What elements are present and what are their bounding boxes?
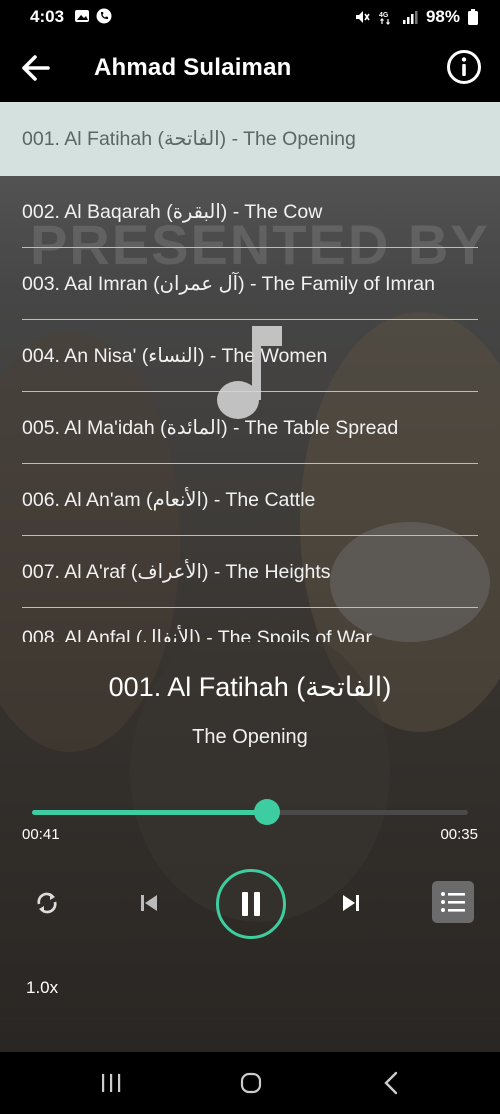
seek-progress — [32, 810, 268, 815]
recent-apps-icon[interactable] — [100, 1072, 122, 1094]
track-label: 008. Al Anfal (الأنفال) - The Spoils of … — [22, 627, 373, 642]
app-bar: Ahmad Sulaiman — [0, 34, 500, 102]
track-item[interactable]: 008. Al Anfal (الأنفال) - The Spoils of … — [0, 602, 500, 642]
mute-icon — [355, 11, 370, 23]
player-content: PRESENTED BY 001. Al Fatihah (الفاتحة) -… — [0, 102, 500, 1052]
page-title: Ahmad Sulaiman — [94, 54, 292, 81]
home-icon[interactable] — [240, 1072, 262, 1094]
battery-icon — [468, 9, 478, 25]
repeat-button[interactable] — [30, 886, 64, 920]
track-item[interactable]: 003. Aal Imran (آل عمران) - The Family o… — [0, 248, 500, 320]
signal-icon — [402, 11, 418, 24]
now-playing-title: 001. Al Fatihah (الفاتحة) — [108, 672, 392, 702]
previous-button[interactable] — [132, 886, 166, 920]
seek-bar[interactable] — [32, 799, 468, 825]
phone-icon — [96, 8, 112, 24]
skip-next-icon — [343, 895, 359, 911]
pause-icon — [242, 892, 260, 916]
track-label: 006. Al An'am (الأنعام) - The Cattle — [22, 489, 316, 511]
track-item[interactable]: 002. Al Baqarah (البقرة) - The Cow — [0, 176, 500, 248]
battery-percent: 98% — [425, 7, 460, 26]
pause-button[interactable] — [216, 869, 286, 939]
track-label: 005. Al Ma'idah (المائدة) - The Table Sp… — [22, 417, 399, 439]
repeat-icon — [37, 892, 57, 914]
track-label: 002. Al Baqarah (البقرة) - The Cow — [22, 201, 323, 223]
status-time: 4:03 — [30, 7, 65, 26]
info-icon[interactable] — [446, 49, 482, 85]
track-label: 001. Al Fatihah (الفاتحة) - The Opening — [22, 128, 356, 150]
next-button[interactable] — [334, 886, 368, 920]
playback-speed[interactable]: 1.0x — [26, 978, 58, 998]
gallery-icon — [75, 10, 89, 22]
track-item[interactable]: 001. Al Fatihah (الفاتحة) - The Opening — [0, 102, 500, 176]
remaining-time: 00:35 — [440, 826, 478, 843]
track-label: 007. Al A'raf (الأعراف) - The Heights — [22, 561, 331, 583]
arrow-left-icon[interactable] — [18, 50, 54, 86]
4g-icon: 4G — [379, 12, 390, 25]
elapsed-time: 00:41 — [22, 826, 60, 843]
now-playing-subtitle: The Opening — [192, 726, 308, 748]
back-icon[interactable] — [382, 1071, 400, 1095]
music-note-icon — [217, 326, 282, 419]
svg-text:4G: 4G — [379, 12, 389, 19]
status-bar: 4:03 4G 98% — [0, 0, 500, 34]
track-item[interactable]: 006. Al An'am (الأنعام) - The Cattle — [0, 464, 500, 536]
system-nav-bar — [0, 1052, 500, 1114]
track-label: 003. Aal Imran (آل عمران) - The Family o… — [22, 273, 435, 295]
track-item[interactable]: 007. Al A'raf (الأعراف) - The Heights — [0, 536, 500, 608]
playlist-icon — [441, 892, 465, 912]
skip-previous-icon — [141, 895, 157, 911]
divider — [0, 1018, 500, 1019]
playlist-button[interactable] — [432, 881, 474, 923]
